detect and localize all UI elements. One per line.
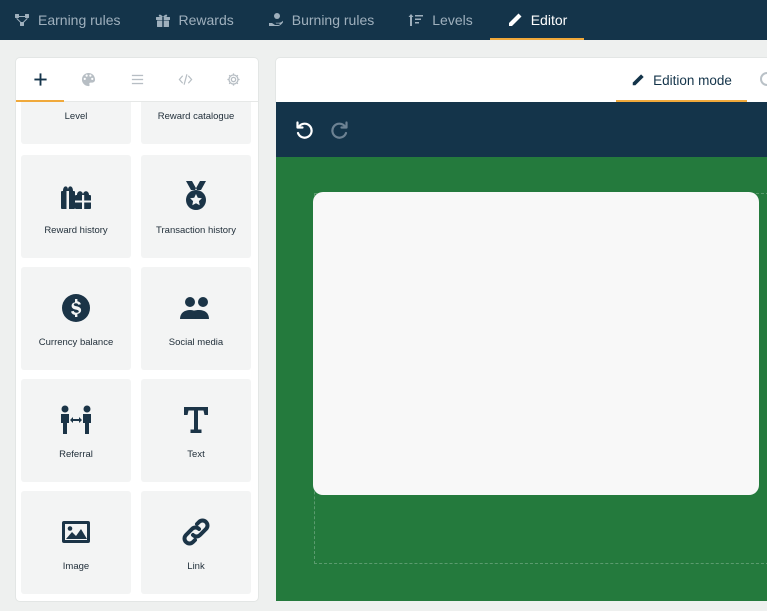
content-card[interactable] [313, 192, 759, 495]
block-label: Social media [168, 337, 224, 348]
tab-code[interactable] [161, 58, 209, 101]
preview-mode-icon[interactable] [760, 72, 767, 86]
block-label: Reward history [44, 225, 108, 236]
block-link[interactable]: Link [141, 491, 251, 594]
image-icon [59, 515, 93, 549]
block-label: Level [64, 111, 88, 122]
top-navigation: Earning rules Rewards Burning rules Leve… [0, 0, 767, 40]
hand-coins-icon [268, 12, 284, 28]
nav-item-rewards[interactable]: Rewards [138, 0, 251, 40]
palette-icon [81, 72, 96, 87]
nav-label: Rewards [178, 12, 234, 28]
editor-canvas[interactable] [276, 157, 767, 601]
block-label: Reward catalogue [157, 111, 235, 122]
users-icon [179, 291, 213, 325]
block-level[interactable]: Level [21, 102, 131, 144]
plus-icon [33, 72, 48, 87]
blocks-panel: Level Reward catalogue Reward history Tr… [16, 58, 258, 601]
code-icon [178, 72, 193, 87]
panel-tabs [16, 58, 258, 102]
block-label: Image [62, 561, 90, 572]
link-icon [179, 515, 213, 549]
editor-toolbar [276, 102, 767, 157]
tab-styles[interactable] [64, 58, 112, 101]
nav-item-editor[interactable]: Editor [489, 0, 585, 40]
pencil-icon [631, 73, 645, 87]
edition-mode-label: Edition mode [653, 72, 732, 88]
list-icon [130, 72, 145, 87]
tab-edition-mode[interactable]: Edition mode [616, 58, 747, 102]
medal-icon [179, 179, 213, 213]
gifts-icon [59, 179, 93, 213]
block-transaction-history[interactable]: Transaction history [141, 155, 251, 258]
undo-button[interactable] [294, 120, 314, 140]
share-nodes-icon [14, 12, 30, 28]
block-label: Currency balance [38, 337, 114, 348]
gift-icon [155, 12, 171, 28]
nav-label: Levels [432, 12, 473, 28]
sort-levels-icon [408, 12, 424, 28]
tab-add-blocks[interactable] [16, 58, 65, 102]
tab-settings[interactable] [210, 58, 258, 101]
block-label: Link [187, 561, 205, 572]
nav-label: Editor [530, 12, 568, 28]
block-reward-catalogue[interactable]: Reward catalogue [141, 102, 251, 144]
redo-button[interactable] [330, 120, 350, 140]
block-social-media[interactable]: Social media [141, 267, 251, 370]
gear-icon [226, 72, 241, 87]
block-label: Transaction history [156, 225, 236, 236]
block-referral[interactable]: Referral [21, 379, 131, 482]
nav-label: Burning rules [291, 12, 375, 28]
undo-icon [294, 120, 314, 140]
redo-icon [330, 120, 350, 140]
tab-layers[interactable] [113, 58, 161, 101]
block-currency-balance[interactable]: Currency balance [21, 267, 131, 370]
pencil-icon [507, 12, 523, 28]
blocks-grid: Level Reward catalogue Reward history Tr… [16, 102, 258, 601]
block-label: Text [187, 449, 205, 460]
block-image[interactable]: Image [21, 491, 131, 594]
editor-header: Edition mode [276, 58, 767, 102]
text-icon [179, 403, 213, 437]
nav-item-earning-rules[interactable]: Earning rules [0, 0, 138, 40]
nav-label: Earning rules [38, 12, 121, 28]
block-label: Referral [59, 449, 93, 460]
block-reward-history[interactable]: Reward history [21, 155, 131, 258]
referral-icon [59, 403, 93, 437]
nav-item-burning-rules[interactable]: Burning rules [251, 0, 392, 40]
nav-item-levels[interactable]: Levels [391, 0, 489, 40]
dollar-circle-icon [59, 291, 93, 325]
block-text[interactable]: Text [141, 379, 251, 482]
